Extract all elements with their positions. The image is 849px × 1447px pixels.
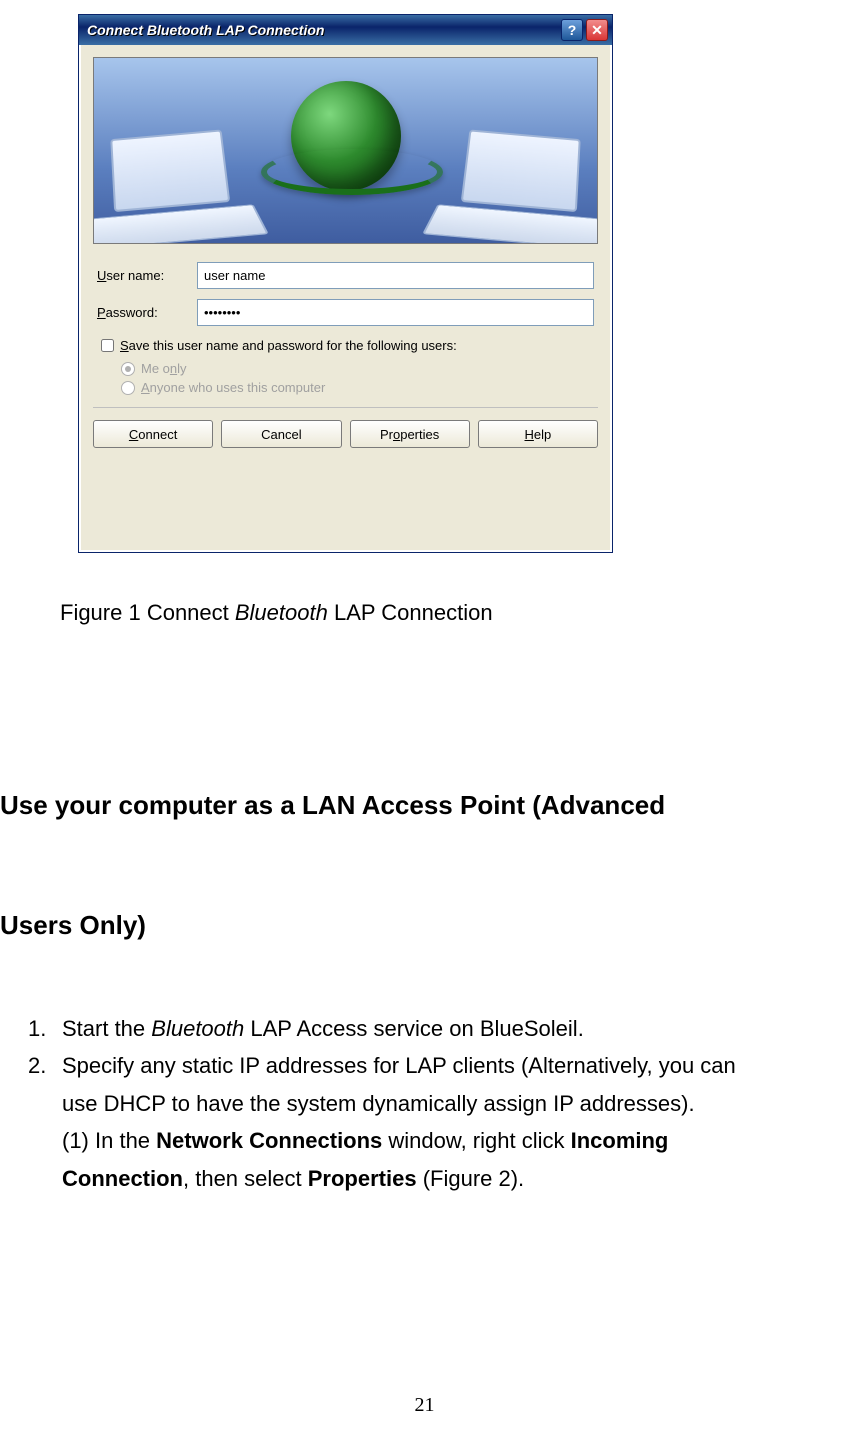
page-number: 21 [0,1394,849,1417]
password-label: Password: [97,305,197,320]
save-credentials-checkbox[interactable] [101,339,114,352]
save-credentials-label: Save this user name and password for the… [120,338,457,353]
close-icon[interactable]: ✕ [586,19,608,41]
laptop-left-icon [93,126,259,244]
properties-button[interactable]: Properties [350,420,470,448]
list-item: Start the Bluetooth LAP Access service o… [62,1010,808,1047]
cancel-button[interactable]: Cancel [221,420,341,448]
list-number: 2. [28,1047,62,1197]
list-item: Specify any static IP addresses for LAP … [62,1047,808,1197]
section-heading-line2: Users Only) [0,910,849,941]
titlebar[interactable]: Connect Bluetooth LAP Connection ? ✕ [79,15,612,45]
anyone-radio[interactable] [121,381,135,395]
window-title: Connect Bluetooth LAP Connection [87,22,558,38]
ring-icon [261,149,443,195]
connect-button[interactable]: Connect [93,420,213,448]
password-input[interactable] [197,299,594,326]
me-only-label: Me only [141,361,187,376]
me-only-radio[interactable] [121,362,135,376]
list-number: 1. [28,1010,62,1047]
laptop-right-icon [432,126,598,244]
figure-caption: Figure 1 Connect Bluetooth LAP Connectio… [60,600,493,626]
username-label: User name: [97,268,197,283]
connect-dialog: Connect Bluetooth LAP Connection ? ✕ Use… [78,14,613,553]
help-icon[interactable]: ? [561,19,583,41]
section-heading-line1: Use your computer as a LAN Access Point … [0,790,849,821]
dialog-banner [93,57,598,244]
username-input[interactable] [197,262,594,289]
anyone-label: Anyone who uses this computer [141,380,325,395]
help-button[interactable]: Help [478,420,598,448]
instruction-list: 1. Start the Bluetooth LAP Access servic… [28,1010,808,1197]
